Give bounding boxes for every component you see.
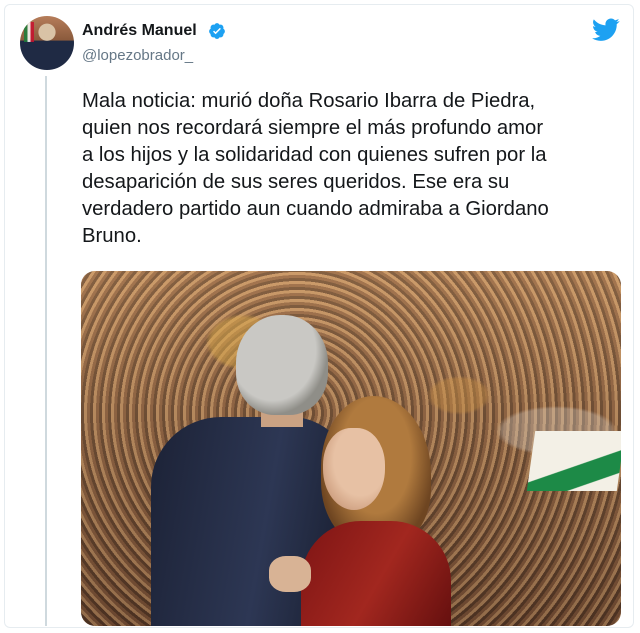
woman-figure (269, 396, 451, 626)
tweet-photo[interactable] (81, 271, 621, 626)
twitter-bird-icon[interactable] (592, 18, 620, 42)
author-handle[interactable]: @lopezobrador_ (82, 47, 193, 64)
woman-hand (269, 556, 311, 592)
tweet-text: Mala noticia: murió doña Rosario Ibarra … (82, 90, 549, 247)
author-avatar[interactable] (20, 16, 74, 70)
thread-line (45, 76, 47, 626)
verified-badge-icon (209, 23, 225, 39)
woman-face (323, 428, 385, 510)
waving-flag (526, 431, 621, 491)
author-name[interactable]: Andrés Manuel (82, 22, 197, 40)
avatar-flag (24, 22, 34, 42)
woman-red-coat (301, 521, 451, 626)
